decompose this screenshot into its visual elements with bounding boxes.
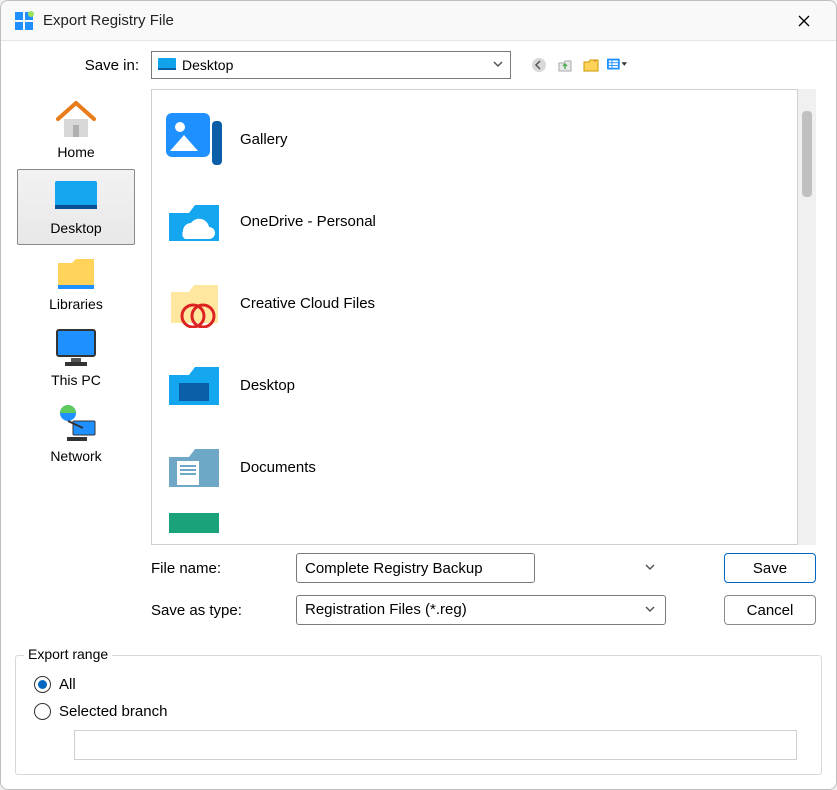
vertical-scrollbar[interactable]: [798, 89, 816, 545]
window-title: Export Registry File: [43, 12, 784, 29]
sidebar-item-label: This PC: [51, 372, 101, 388]
close-button[interactable]: [784, 1, 824, 41]
file-item-label: Gallery: [240, 131, 288, 148]
export-all-radio[interactable]: All: [34, 676, 809, 693]
places-sidebar: Home Desktop Libraries This PC Network: [1, 89, 151, 545]
export-selected-label: Selected branch: [59, 703, 167, 720]
new-folder-button[interactable]: [581, 55, 601, 75]
documents-folder-icon: [162, 438, 226, 496]
sidebar-item-this-pc[interactable]: This PC: [17, 321, 135, 397]
file-item-label: Creative Cloud Files: [240, 295, 375, 312]
file-item-label: OneDrive - Personal: [240, 213, 376, 230]
desktop-icon: [53, 176, 99, 218]
export-selected-branch-radio[interactable]: Selected branch: [34, 703, 809, 720]
save-as-type-dropdown[interactable]: Registration Files (*.reg): [296, 595, 666, 625]
export-range-group: Export range All Selected branch: [15, 655, 822, 775]
sidebar-item-network[interactable]: Network: [17, 397, 135, 473]
file-pane-wrap: Gallery OneDrive - Personal Creative Clo…: [151, 89, 816, 545]
export-registry-dialog: Export Registry File Save in: Desktop: [0, 0, 837, 790]
file-item[interactable]: OneDrive - Personal: [152, 180, 797, 262]
radio-icon: [34, 676, 51, 693]
file-item-label: Desktop: [240, 377, 295, 394]
sidebar-item-desktop[interactable]: Desktop: [17, 169, 135, 245]
cancel-button[interactable]: Cancel: [724, 595, 816, 625]
back-button[interactable]: [529, 55, 549, 75]
export-all-label: All: [59, 676, 76, 693]
chevron-down-icon: [492, 57, 504, 73]
onedrive-icon: [162, 192, 226, 250]
regedit-icon: [13, 10, 35, 32]
folder-icon: [162, 513, 226, 533]
save-in-value: Desktop: [182, 57, 233, 73]
save-button[interactable]: Save: [724, 553, 816, 583]
titlebar: Export Registry File: [1, 1, 836, 41]
sidebar-item-label: Libraries: [49, 296, 103, 312]
save-as-type-label: Save as type:: [151, 602, 296, 619]
sidebar-item-home[interactable]: Home: [17, 93, 135, 169]
sidebar-item-label: Desktop: [50, 220, 101, 236]
network-icon: [53, 404, 99, 446]
save-in-dropdown[interactable]: Desktop: [151, 51, 511, 79]
home-icon: [53, 100, 99, 142]
file-item[interactable]: Gallery: [152, 98, 797, 180]
export-range-legend: Export range: [24, 646, 112, 662]
selected-branch-input[interactable]: [74, 730, 797, 760]
file-list-pane[interactable]: Gallery OneDrive - Personal Creative Clo…: [151, 89, 798, 545]
chevron-down-icon: [644, 560, 656, 578]
sidebar-item-label: Network: [50, 448, 101, 464]
file-item[interactable]: Documents: [152, 426, 797, 508]
desktop-folder-icon: [162, 356, 226, 414]
save-in-row: Save in: Desktop: [1, 41, 836, 89]
up-one-level-button[interactable]: [555, 55, 575, 75]
filename-label: File name:: [151, 560, 296, 577]
file-item-partial[interactable]: [152, 508, 797, 538]
view-menu-button[interactable]: [607, 55, 627, 75]
save-in-label: Save in:: [1, 57, 151, 74]
sidebar-item-label: Home: [57, 144, 94, 160]
nav-toolbar: [529, 55, 627, 75]
form-area: File name: Save Save as type: Registrati…: [1, 545, 836, 649]
dialog-body: Home Desktop Libraries This PC Network: [1, 89, 836, 545]
file-item[interactable]: Desktop: [152, 344, 797, 426]
file-item[interactable]: Creative Cloud Files: [152, 262, 797, 344]
file-item-label: Documents: [240, 459, 316, 476]
radio-icon: [34, 703, 51, 720]
gallery-icon: [162, 110, 226, 168]
creative-cloud-icon: [162, 274, 226, 332]
filename-input[interactable]: [296, 553, 535, 583]
libraries-icon: [53, 252, 99, 294]
this-pc-icon: [53, 328, 99, 370]
scrollbar-thumb[interactable]: [802, 111, 812, 197]
sidebar-item-libraries[interactable]: Libraries: [17, 245, 135, 321]
desktop-icon: [158, 58, 176, 72]
